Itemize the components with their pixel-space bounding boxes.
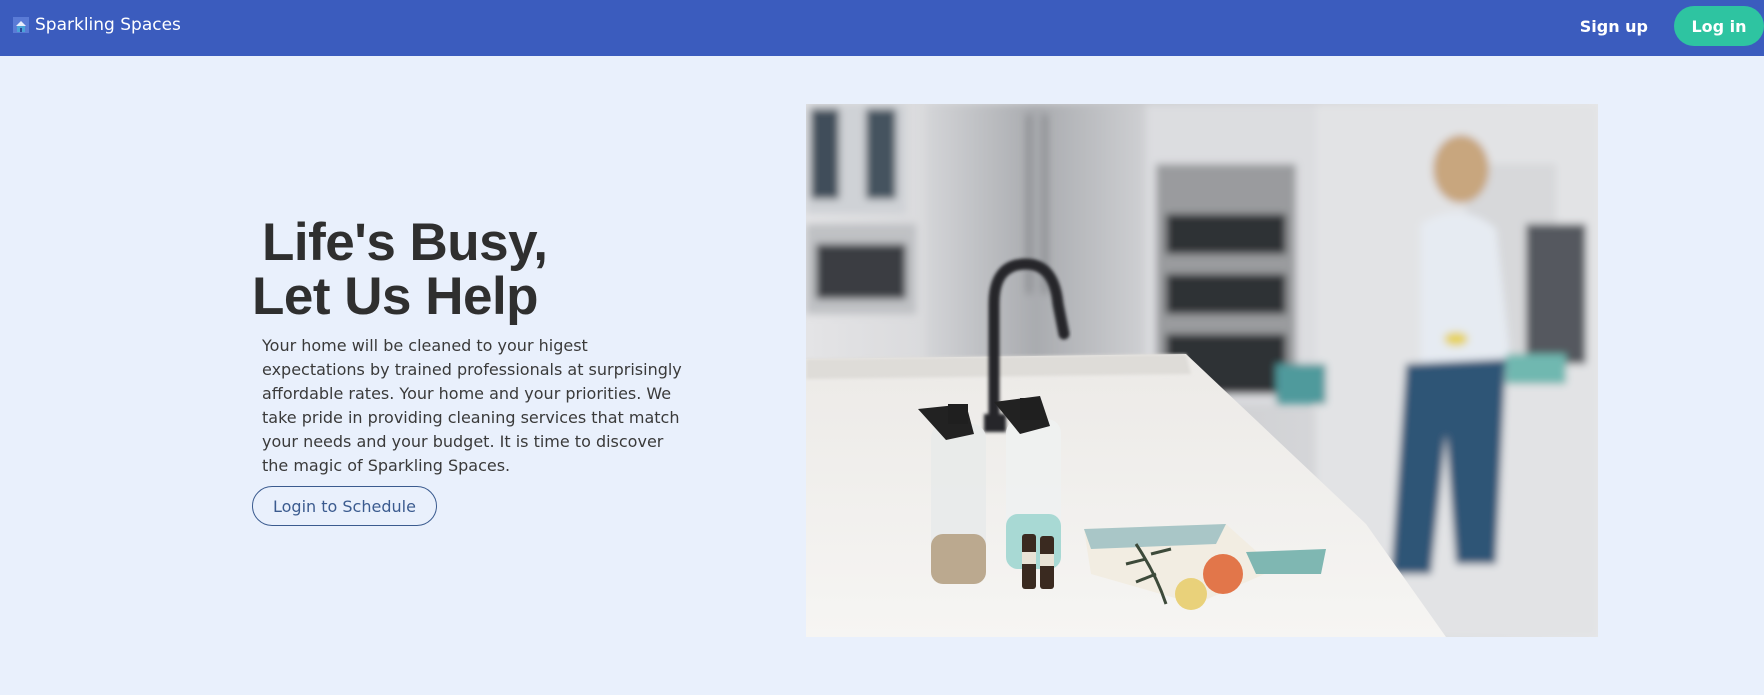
hero-description: Your home will be cleaned to your higest… [262, 336, 682, 475]
brand-name: Sparkling Spaces [35, 15, 181, 35]
hero-kitchen-photo [806, 104, 1598, 637]
hero-title-line2: Let Us Help [252, 267, 539, 326]
hero-title: Life's Busy, Let Us Help [252, 216, 692, 324]
hero-title-line1: Life's Busy, [262, 213, 548, 272]
login-button[interactable]: Log in [1674, 6, 1764, 46]
nav-actions: Sign up Log in [1580, 6, 1764, 46]
house-icon [13, 17, 29, 33]
signup-link[interactable]: Sign up [1580, 17, 1648, 36]
hero-text-section: Life's Busy, Let Us Help Your home will … [252, 216, 692, 526]
login-to-schedule-button[interactable]: Login to Schedule [252, 486, 437, 526]
brand-link[interactable]: Sparkling Spaces [13, 0, 181, 50]
top-navbar: Sparkling Spaces Sign up Log in [0, 0, 1764, 56]
